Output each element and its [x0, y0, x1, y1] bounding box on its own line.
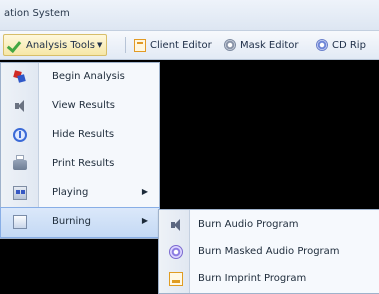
client-editor-button[interactable]: Client Editor — [134, 35, 212, 55]
submenu-item-burn-masked-audio-program[interactable]: Burn Masked Audio Program — [159, 238, 379, 265]
mask-editor-label: Mask Editor — [240, 39, 299, 51]
menu-item-begin-analysis[interactable]: Begin Analysis — [1, 63, 159, 92]
menu-item-view-results[interactable]: View Results — [1, 92, 159, 121]
client-editor-label: Client Editor — [150, 39, 212, 51]
window-title: ation System — [4, 8, 70, 19]
begin-analysis-icon — [13, 70, 27, 84]
submenu-arrow-icon: ▶ — [141, 187, 148, 196]
cd-rip-icon — [316, 39, 328, 51]
analysis-tools-dropdown-menu: Begin Analysis View Results Hide Results… — [0, 62, 160, 239]
chevron-down-icon: ▼ — [97, 41, 103, 49]
submenu-item-burn-imprint-program[interactable]: Burn Imprint Program — [159, 265, 379, 292]
mask-editor-button[interactable]: Mask Editor — [224, 35, 299, 55]
menu-item-playing[interactable]: Playing ▶ — [1, 179, 159, 208]
imprint-icon — [169, 272, 183, 286]
client-editor-icon — [134, 38, 146, 52]
menu-item-hide-results[interactable]: Hide Results — [1, 121, 159, 150]
cd-rip-button[interactable]: CD Rip — [316, 35, 366, 55]
analysis-tools-label: Analysis Tools — [26, 39, 96, 51]
submenu-item-burn-audio-program[interactable]: Burn Audio Program — [159, 211, 379, 238]
audio-icon — [169, 218, 183, 232]
menu-item-burning[interactable]: Burning ▶ — [0, 207, 160, 238]
menu-item-label: Burning — [52, 216, 91, 227]
checkmark-icon — [8, 39, 22, 51]
submenu-item-label: Burn Masked Audio Program — [198, 246, 340, 257]
submenu-item-label: Burn Audio Program — [198, 219, 299, 230]
hide-icon — [13, 128, 27, 142]
playing-icon — [13, 186, 27, 200]
menu-item-label: View Results — [52, 100, 116, 111]
toolbar-separator — [125, 37, 126, 53]
menu-item-label: Print Results — [52, 158, 115, 169]
menu-item-label: Hide Results — [52, 129, 115, 140]
submenu-arrow-icon: ▶ — [141, 216, 148, 225]
cd-rip-label: CD Rip — [332, 39, 366, 51]
main-toolbar: Analysis Tools ▼ Client Editor Mask Edit… — [0, 31, 379, 60]
analysis-tools-menu-button[interactable]: Analysis Tools ▼ — [3, 34, 108, 56]
printer-icon — [13, 155, 27, 170]
burning-icon — [13, 215, 27, 229]
window-titlebar: ation System — [0, 0, 379, 31]
masked-disc-icon — [169, 245, 183, 259]
burning-submenu: Burn Audio Program Burn Masked Audio Pro… — [158, 209, 379, 294]
mask-editor-icon — [224, 39, 236, 51]
submenu-item-label: Burn Imprint Program — [198, 273, 307, 284]
menu-item-label: Playing — [52, 187, 89, 198]
menu-item-print-results[interactable]: Print Results — [1, 150, 159, 179]
speaker-icon — [13, 99, 27, 113]
menu-item-label: Begin Analysis — [52, 71, 125, 82]
